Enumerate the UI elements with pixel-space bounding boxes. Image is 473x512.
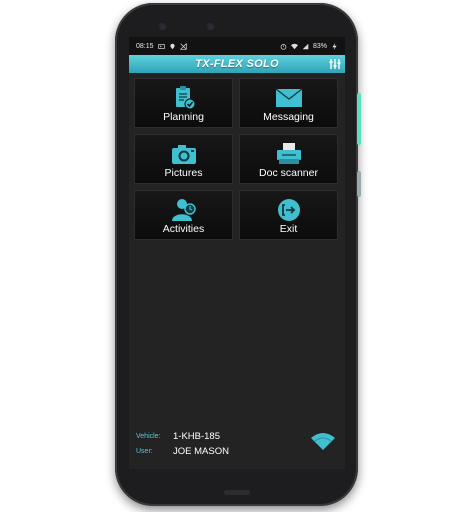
- connection-wifi-icon: [311, 433, 335, 450]
- volume-button: [357, 171, 361, 197]
- no-signal-icon: [179, 42, 187, 50]
- planning-label: Planning: [163, 111, 204, 123]
- envelope-icon: [275, 88, 302, 107]
- location-icon: [169, 43, 175, 49]
- messaging-button[interactable]: Messaging: [239, 78, 338, 128]
- user-row: User: JOE MASON: [136, 444, 336, 459]
- activities-button[interactable]: Activities: [134, 190, 233, 240]
- wifi-status-icon: [290, 43, 298, 49]
- exit-button[interactable]: Exit: [239, 190, 338, 240]
- doc-scanner-label: Doc scanner: [259, 167, 318, 179]
- status-bar: 08:15 83%: [129, 37, 345, 55]
- signal-icon: [302, 43, 309, 49]
- vehicle-label: Vehicle:: [136, 433, 161, 440]
- user-clock-icon: [171, 199, 196, 221]
- image-notification-icon: [157, 43, 165, 49]
- vehicle-value: 1-KHB-185: [173, 431, 220, 442]
- settings-sliders-icon[interactable]: [328, 57, 342, 71]
- alarm-icon: [280, 43, 287, 50]
- app-title: TX-FLEX SOLO: [195, 58, 279, 70]
- vehicle-row: Vehicle: 1-KHB-185: [136, 429, 336, 444]
- front-camera: [159, 23, 166, 30]
- charging-icon: [332, 42, 337, 50]
- app-title-bar: TX-FLEX SOLO: [129, 55, 345, 73]
- scanner-icon: [276, 143, 301, 164]
- user-label: User:: [136, 448, 153, 455]
- power-button: [357, 93, 361, 145]
- doc-scanner-button[interactable]: Doc scanner: [239, 134, 338, 184]
- messaging-label: Messaging: [263, 111, 314, 123]
- activities-label: Activities: [162, 223, 205, 235]
- camera-icon: [171, 145, 196, 164]
- planning-button[interactable]: Planning: [134, 78, 233, 128]
- clipboard-check-icon: [175, 86, 195, 110]
- status-time: 08:15: [136, 42, 154, 50]
- menu-grid: Planning Messaging Pictures Doc scanner …: [134, 78, 338, 240]
- speaker-grille: [224, 490, 250, 495]
- vehicle-info: Vehicle: 1-KHB-185 User: JOE MASON: [136, 429, 336, 459]
- proximity-sensor: [207, 23, 214, 30]
- battery-percent: 83%: [312, 42, 327, 50]
- exit-label: Exit: [279, 223, 298, 235]
- pictures-label: Pictures: [164, 167, 203, 179]
- pictures-button[interactable]: Pictures: [134, 134, 233, 184]
- app-screen: 08:15 83% TX-FLEX SOLO Planning Messagin…: [129, 37, 345, 469]
- user-value: JOE MASON: [173, 446, 229, 457]
- exit-icon: [277, 199, 300, 221]
